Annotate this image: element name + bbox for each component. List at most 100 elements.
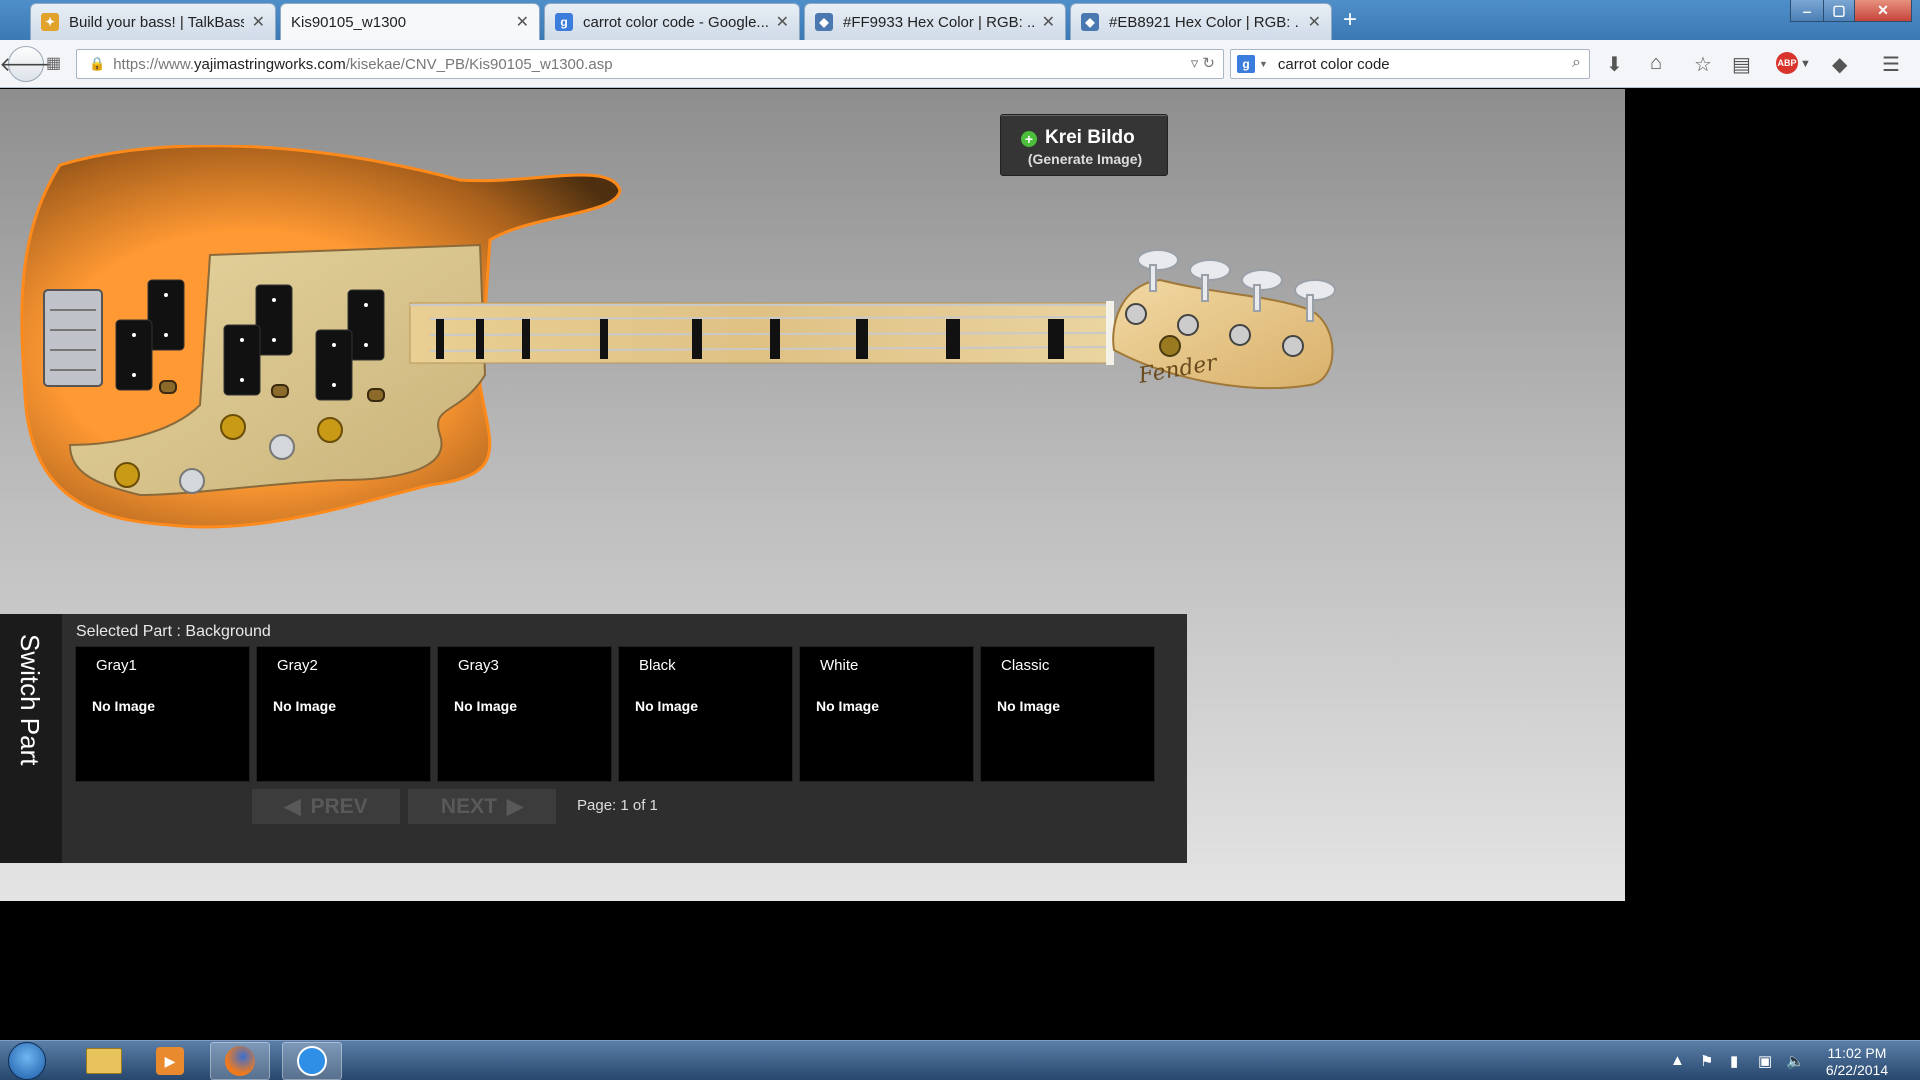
tab-label: carrot color code - Google... <box>583 13 768 31</box>
close-tab-icon[interactable]: ✕ <box>516 12 529 32</box>
tab-label: Build your bass! | TalkBass.... <box>69 13 244 31</box>
switch-part-button[interactable]: Switch Part <box>0 614 62 863</box>
tab-kis90105[interactable]: Kis90105_w1300 ✕ <box>280 3 540 40</box>
start-button[interactable] <box>8 1042 46 1080</box>
search-input[interactable]: carrot color code <box>1278 56 1390 73</box>
page-grid-icon[interactable]: ▦ <box>46 53 64 72</box>
triangle-right-icon: ▶ <box>506 795 524 818</box>
tab-ff9933[interactable]: ◆ #FF9933 Hex Color | RGB: ... ✕ <box>804 3 1066 40</box>
close-tab-icon[interactable]: ✕ <box>252 12 265 32</box>
pickup <box>223 324 261 396</box>
option-card-white[interactable]: White No Image <box>799 646 974 782</box>
tab-google-search[interactable]: g carrot color code - Google... ✕ <box>544 3 800 40</box>
next-button[interactable]: NEXT ▶ <box>408 789 556 824</box>
firefox-icon[interactable] <box>210 1042 270 1080</box>
magnifier-icon[interactable]: ⌕ <box>1572 54 1581 72</box>
option-image-placeholder: No Image <box>635 698 699 714</box>
navigation-bar: 🡐 ▦ 🔒 https://www. yajimastringworks.com /… <box>0 40 1920 88</box>
taskbar: ▶ ▲ ⚑ ▮ ▣ 🔈 11:02 PM 6/22/2014 <box>0 1040 1920 1080</box>
option-image-placeholder: No Image <box>997 698 1061 714</box>
option-name: Gray2 <box>277 657 318 674</box>
pickup <box>347 289 385 361</box>
option-image-placeholder: No Image <box>273 698 337 714</box>
reading-list-icon[interactable]: ▤ <box>1732 52 1751 77</box>
media-player-icon[interactable]: ▶ <box>140 1042 200 1080</box>
arrow-left-icon: 🡐 <box>0 53 53 76</box>
prev-label: PREV <box>310 794 368 818</box>
knob <box>179 468 205 494</box>
close-tab-icon[interactable]: ✕ <box>776 12 789 32</box>
page-bottom-area <box>0 901 1625 1040</box>
app-icon[interactable] <box>282 1042 342 1080</box>
talkbass-favicon-icon: ✦ <box>41 13 59 31</box>
chevron-down-icon[interactable]: ▼ <box>1259 59 1268 69</box>
back-button[interactable]: 🡐 <box>0 46 53 82</box>
option-card-gray1[interactable]: Gray1 No Image <box>75 646 250 782</box>
tab-talkbass[interactable]: ✦ Build your bass! | TalkBass.... ✕ <box>30 3 276 40</box>
tab-eb8921[interactable]: ◆ #EB8921 Hex Color | RGB: ... ✕ <box>1070 3 1332 40</box>
close-window-button[interactable]: ✕ <box>1854 0 1912 22</box>
new-tab-button[interactable]: + <box>1343 6 1357 34</box>
lock-icon: 🔒 <box>89 56 106 71</box>
download-icon[interactable]: ⬇ <box>1606 52 1623 77</box>
option-name: Black <box>639 657 676 674</box>
close-tab-icon[interactable]: ✕ <box>1308 12 1321 32</box>
diamond-favicon-icon: ◆ <box>815 13 833 31</box>
volume-icon[interactable]: 🔈 <box>1786 1052 1805 1070</box>
bass-guitar-preview[interactable]: Fender <box>10 145 1350 535</box>
tab-label: #FF9933 Hex Color | RGB: ... <box>843 13 1034 31</box>
knob <box>114 462 140 488</box>
page-right-margin <box>1625 89 1920 1040</box>
chevron-down-icon[interactable]: ▼ <box>1800 58 1811 70</box>
mini-switch <box>159 380 177 394</box>
option-name: Classic <box>1001 657 1050 674</box>
reload-icon[interactable]: ▿ ↻ <box>1191 54 1215 72</box>
flag-icon[interactable]: ⚑ <box>1700 1052 1713 1070</box>
network-icon[interactable]: ▣ <box>1758 1052 1772 1070</box>
url-prefix: https://www. <box>113 55 195 73</box>
option-card-gray2[interactable]: Gray2 No Image <box>256 646 431 782</box>
option-name: White <box>820 657 859 674</box>
triangle-left-icon: ◀ <box>284 795 301 818</box>
url-host: yajimastringworks.com <box>194 55 346 73</box>
next-label: NEXT <box>440 794 497 818</box>
show-hidden-icons[interactable]: ▲ <box>1670 1052 1685 1069</box>
google-engine-icon[interactable]: g <box>1237 55 1255 73</box>
mini-switch <box>367 388 385 402</box>
maximize-button[interactable]: ▢ <box>1823 0 1855 22</box>
diamond-favicon-icon: ◆ <box>1081 13 1099 31</box>
prev-button[interactable]: ◀ PREV <box>252 789 400 824</box>
home-icon[interactable]: ⌂ <box>1650 52 1662 75</box>
menu-icon[interactable]: ☰ <box>1882 52 1900 77</box>
option-image-placeholder: No Image <box>454 698 518 714</box>
option-card-classic[interactable]: Classic No Image <box>980 646 1155 782</box>
page-indicator: Page: 1 of 1 <box>577 797 658 814</box>
knob <box>317 417 343 443</box>
bookmark-star-icon[interactable]: ☆ <box>1694 52 1712 77</box>
tab-label: #EB8921 Hex Color | RGB: ... <box>1109 13 1300 31</box>
minimize-button[interactable]: ‒ <box>1790 0 1824 22</box>
signal-icon[interactable]: ▮ <box>1730 1052 1738 1070</box>
option-image-placeholder: No Image <box>816 698 880 714</box>
bridge <box>43 289 103 387</box>
adblock-icon[interactable]: ABP <box>1776 52 1798 74</box>
switch-part-label: Switch Part <box>15 634 45 766</box>
clock-date: 6/22/2014 <box>1825 1062 1889 1078</box>
google-favicon-icon: g <box>555 13 573 31</box>
knob <box>220 414 246 440</box>
knob <box>269 434 295 460</box>
file-explorer-icon[interactable] <box>74 1042 134 1080</box>
tab-bar: ✦ Build your bass! | TalkBass.... ✕ Kis9… <box>0 0 1920 40</box>
pickup <box>115 319 153 391</box>
option-card-gray3[interactable]: Gray3 No Image <box>437 646 612 782</box>
tab-label: Kis90105_w1300 <box>291 13 407 31</box>
option-card-black[interactable]: Black No Image <box>618 646 793 782</box>
pickup <box>255 284 293 356</box>
search-bar[interactable]: g ▼ carrot color code ⌕ <box>1230 49 1590 79</box>
url-bar[interactable]: 🔒 https://www. yajimastringworks.com/kise… <box>76 49 1224 79</box>
selected-part-label: Selected Part : Background <box>76 623 271 640</box>
system-clock[interactable]: 11:02 PM 6/22/2014 <box>1812 1045 1902 1079</box>
close-tab-icon[interactable]: ✕ <box>1042 12 1055 32</box>
sync-icon[interactable]: ◆ <box>1832 52 1847 77</box>
clock-time: 11:02 PM <box>1827 1045 1887 1061</box>
